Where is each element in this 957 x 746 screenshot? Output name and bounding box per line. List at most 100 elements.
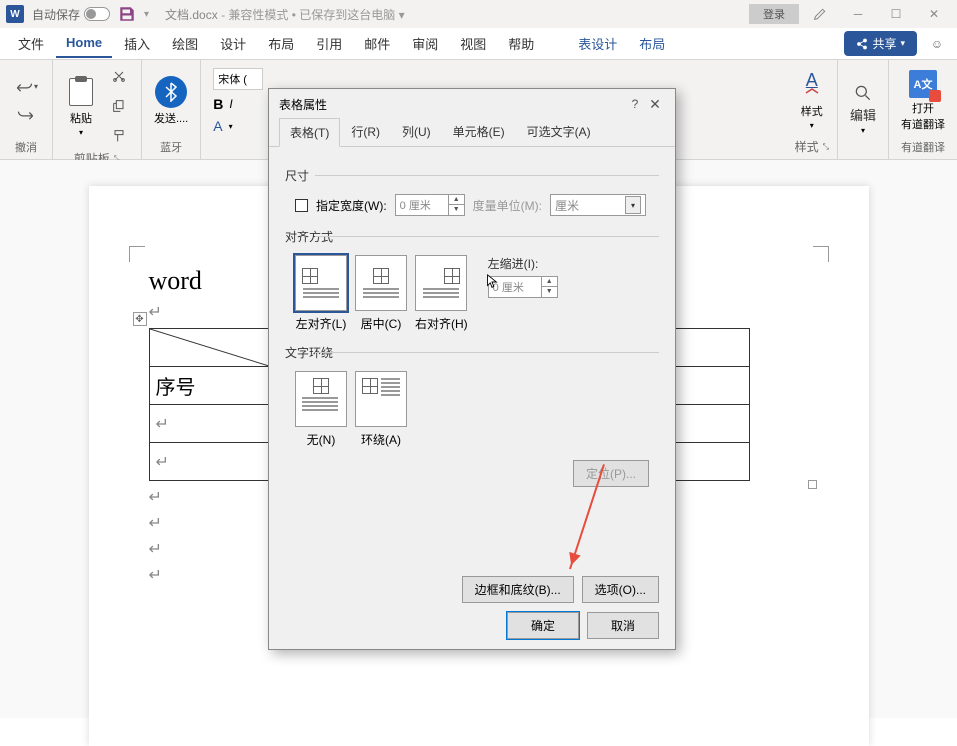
format-painter-icon[interactable] — [105, 124, 133, 148]
tab-table[interactable]: 表格(T) — [279, 118, 340, 147]
cut-icon[interactable] — [105, 64, 133, 88]
table-move-handle[interactable]: ✥ — [133, 312, 147, 326]
ribbon-group-undo: ▾ 撤消 — [0, 60, 53, 159]
options-button[interactable]: 选项(O)... — [582, 576, 659, 603]
copy-icon[interactable] — [105, 94, 133, 118]
menu-bar: 文件 Home 插入 绘图 设计 布局 引用 邮件 审阅 视图 帮助 表设计 布… — [0, 28, 957, 60]
search-icon — [853, 83, 873, 103]
toggle-switch[interactable] — [84, 7, 110, 21]
wrap-around-option[interactable]: 环绕(A) — [355, 371, 407, 448]
tab-column[interactable]: 列(U) — [391, 117, 442, 146]
indent-label: 左缩进(I): — [488, 255, 558, 272]
undo-button[interactable]: ▾ — [12, 75, 40, 99]
menu-table-design[interactable]: 表设计 — [568, 28, 627, 59]
menu-review[interactable]: 审阅 — [402, 28, 448, 59]
share-button[interactable]: 共享 ▾ — [844, 31, 917, 56]
cancel-button[interactable]: 取消 — [587, 612, 659, 639]
size-section-label: 尺寸 — [285, 167, 659, 184]
table-resize-handle[interactable] — [808, 480, 817, 489]
youdao-button[interactable]: A文 打开 有道翻译 — [897, 66, 949, 136]
menu-table-layout[interactable]: 布局 — [629, 28, 675, 59]
youdao-icon: A文 — [909, 70, 937, 98]
maximize-button[interactable]: ☐ — [879, 2, 913, 26]
spin-up[interactable]: ▲ — [448, 195, 464, 205]
ribbon-group-styles: A 样式 ▾ 样式 ⤡ — [787, 60, 838, 159]
close-button[interactable]: ✕ — [917, 2, 951, 26]
width-input[interactable]: 0 厘米 ▲▼ — [395, 194, 465, 216]
margin-corner — [129, 246, 145, 262]
menu-help[interactable]: 帮助 — [498, 28, 544, 59]
redo-button[interactable] — [12, 103, 40, 127]
title-bar: W 自动保存 ▾ 文档.docx - 兼容性模式 • 已保存到这台电脑 ▾ 登录… — [0, 0, 957, 28]
pen-icon[interactable] — [803, 2, 837, 26]
menu-mail[interactable]: 邮件 — [354, 28, 400, 59]
text-effects-button[interactable]: A — [213, 118, 222, 134]
table-cell[interactable]: ↵ — [149, 443, 269, 481]
tab-alt-text[interactable]: 可选文字(A) — [516, 117, 602, 146]
menu-view[interactable]: 视图 — [450, 28, 496, 59]
paste-button[interactable]: 粘贴 ▾ — [61, 72, 101, 141]
dialog-title: 表格属性 — [279, 96, 625, 113]
specify-width-label: 指定宽度(W): — [316, 197, 387, 214]
dialog-close-button[interactable]: ✕ — [645, 96, 665, 113]
align-left-option[interactable]: 左对齐(L) — [295, 255, 347, 332]
borders-shading-button[interactable]: 边框和底纹(B)... — [462, 576, 574, 603]
autosave-label: 自动保存 — [32, 6, 80, 23]
wrap-none-option[interactable]: 无(N) — [295, 371, 347, 448]
dialog-tabs: 表格(T) 行(R) 列(U) 单元格(E) 可选文字(A) — [269, 119, 675, 147]
table-cell[interactable]: ↵ — [149, 405, 269, 443]
autosave-toggle[interactable]: 自动保存 — [32, 6, 110, 23]
word-app-icon: W — [6, 5, 24, 23]
ribbon-group-bluetooth: 发送.... 蓝牙 — [142, 60, 201, 159]
wrap-section-label: 文字环绕 — [285, 344, 659, 361]
edit-button[interactable]: 编辑 ▾ — [846, 79, 880, 139]
feedback-icon[interactable]: ☺ — [925, 32, 949, 56]
ok-button[interactable]: 确定 — [507, 612, 579, 639]
styles-button[interactable]: A 样式 ▾ — [797, 66, 827, 134]
undo-label: 撤消 — [15, 137, 37, 155]
ribbon-group-clipboard: 粘贴 ▾ 剪贴板⤡ — [53, 60, 142, 159]
youdao-label: 有道翻译 — [901, 137, 945, 155]
menu-design[interactable]: 设计 — [210, 28, 256, 59]
menu-refs[interactable]: 引用 — [306, 28, 352, 59]
diagonal-line — [150, 329, 269, 366]
menu-draw[interactable]: 绘图 — [162, 28, 208, 59]
specify-width-checkbox[interactable] — [295, 199, 308, 212]
align-center-option[interactable]: 居中(C) — [355, 255, 407, 332]
document-title: 文档.docx - 兼容性模式 • 已保存到这台电脑 ▾ — [165, 6, 741, 23]
spin-down[interactable]: ▼ — [541, 287, 557, 297]
table-properties-dialog: 表格属性 ? ✕ 表格(T) 行(R) 列(U) 单元格(E) 可选文字(A) … — [268, 88, 676, 650]
font-name-combo[interactable]: 宋体 ( — [213, 68, 263, 90]
bold-button[interactable]: B — [213, 96, 223, 112]
save-icon[interactable] — [118, 5, 136, 23]
menu-insert[interactable]: 插入 — [114, 28, 160, 59]
styles-group-label: 样式 — [795, 138, 819, 155]
position-button: 定位(P)... — [573, 460, 649, 487]
dialog-launcher-icon[interactable]: ⤡ — [823, 142, 829, 152]
table-cell[interactable]: 序号 — [149, 367, 269, 405]
align-right-option[interactable]: 右对齐(H) — [415, 255, 468, 332]
bluetooth-send-button[interactable]: 发送.... — [150, 72, 192, 130]
help-button[interactable]: ? — [625, 97, 645, 111]
indent-input[interactable]: 0 厘米 ▲▼ — [488, 276, 558, 298]
margin-corner — [813, 246, 829, 262]
table-cell[interactable] — [149, 329, 269, 367]
italic-button[interactable]: I — [229, 97, 232, 111]
dropdown-icon[interactable]: ▾ — [144, 9, 149, 20]
ribbon-group-edit: 编辑 ▾ — [838, 60, 889, 159]
tab-cell[interactable]: 单元格(E) — [442, 117, 516, 146]
login-button[interactable]: 登录 — [749, 4, 799, 24]
spin-up[interactable]: ▲ — [541, 277, 557, 287]
dialog-body: 尺寸 指定宽度(W): 0 厘米 ▲▼ 度量单位(M): 厘米 ▾ 对齐方式 左… — [269, 147, 675, 503]
tab-row[interactable]: 行(R) — [340, 117, 391, 146]
align-section-label: 对齐方式 — [285, 228, 659, 245]
menu-home[interactable]: Home — [56, 29, 112, 58]
spin-down[interactable]: ▼ — [448, 205, 464, 215]
menu-file[interactable]: 文件 — [8, 28, 54, 59]
bluetooth-label: 蓝牙 — [160, 137, 182, 155]
ribbon-group-youdao: A文 打开 有道翻译 有道翻译 — [889, 60, 957, 159]
dialog-titlebar[interactable]: 表格属性 ? ✕ — [269, 89, 675, 119]
minimize-button[interactable]: ─ — [841, 2, 875, 26]
menu-layout[interactable]: 布局 — [258, 28, 304, 59]
unit-combo[interactable]: 厘米 ▾ — [550, 194, 646, 216]
